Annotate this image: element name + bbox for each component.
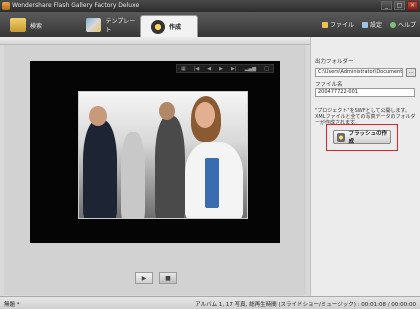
preview-area: ▦ |◀ ◀ ▶ ▶| ▂▄▆ □ ▶ ■: [4, 45, 306, 295]
menu-help[interactable]: ヘルプ: [389, 20, 416, 29]
top-menu: ファイル 設定 ヘルプ: [321, 20, 416, 29]
menu-help-label: ヘルプ: [397, 22, 416, 29]
first-icon[interactable]: |◀: [194, 66, 200, 72]
window-controls: _ □ ✕: [381, 1, 418, 10]
file-icon: [321, 21, 328, 28]
tab-create-label: 作成: [169, 24, 182, 31]
playback-controls: ▶ ■: [135, 272, 177, 284]
output-folder-field[interactable]: C:\Users\Administrator\Documents\: [315, 68, 403, 77]
next-icon[interactable]: ▶|: [231, 66, 237, 72]
file-name-field[interactable]: 200477722-001: [315, 88, 415, 97]
person-shirt: [205, 158, 219, 208]
output-folder-label: 出力フォルダー: [315, 59, 354, 65]
person-silhouette: [121, 132, 145, 218]
title-bar: Wondershare Flash Gallery Factory Deluxe…: [0, 0, 420, 12]
flash-icon: [337, 132, 346, 142]
main-toolbar: 検索 テンプレート 作成 ファイル 設定 ヘルプ: [0, 12, 420, 37]
tab-search[interactable]: 検索: [0, 14, 68, 36]
person-silhouette: [155, 116, 185, 218]
person-head: [159, 102, 175, 120]
menu-settings[interactable]: 設定: [361, 20, 382, 29]
fullscreen-icon[interactable]: □: [264, 66, 269, 72]
close-button[interactable]: ✕: [407, 1, 418, 10]
file-name-label: ファイル名: [315, 82, 343, 88]
project-status: 無題 *: [4, 302, 20, 308]
minimize-button[interactable]: _: [381, 1, 392, 10]
tab-template-label: テンプレート: [105, 18, 136, 34]
play-icon[interactable]: ▶: [219, 66, 223, 72]
film-reel-icon: [151, 19, 165, 34]
create-flash-button[interactable]: フラッシュの作成: [333, 130, 391, 145]
maximize-button[interactable]: □: [394, 1, 405, 10]
person-head: [195, 102, 215, 128]
menu-file-label: ファイル: [329, 22, 354, 29]
help-icon: [389, 21, 396, 28]
publish-panel: 出力フォルダー C:\Users\Administrator\Documents…: [310, 37, 420, 296]
template-icon: [86, 18, 102, 32]
stop-button[interactable]: ■: [159, 272, 177, 284]
person-head: [89, 106, 107, 126]
play-button[interactable]: ▶: [135, 272, 153, 284]
preview-photo: [78, 91, 248, 219]
stop-icon: ■: [165, 274, 171, 282]
create-flash-label: フラッシュの作成: [348, 131, 387, 145]
thumbnails-icon[interactable]: ▦: [181, 66, 186, 72]
app-title: Wondershare Flash Gallery Factory Deluxe: [12, 2, 140, 9]
tab-template[interactable]: テンプレート: [76, 14, 140, 36]
play-icon: ▶: [141, 274, 147, 282]
menu-file[interactable]: ファイル: [321, 20, 354, 29]
gear-icon: [361, 21, 368, 28]
volume-icon[interactable]: ▂▄▆: [245, 66, 257, 72]
album-summary: アルバム 1, 17 写真, 総再生時間 (スライドショー/ミュージック) : …: [195, 302, 416, 308]
person-silhouette: [83, 120, 117, 218]
status-bar: 無題 * アルバム 1, 17 写真, 総再生時間 (スライドショー/ミュージッ…: [0, 296, 420, 309]
prev-icon[interactable]: ◀: [207, 66, 211, 72]
tab-search-label: 検索: [30, 22, 43, 30]
app-logo-icon: [2, 2, 10, 10]
menu-settings-label: 設定: [369, 22, 382, 29]
folder-search-icon: [10, 18, 26, 32]
tab-create[interactable]: 作成: [140, 15, 198, 37]
preview-header: [0, 37, 310, 45]
gallery-preview: ▦ |◀ ◀ ▶ ▶| ▂▄▆ □: [30, 61, 280, 243]
browse-button[interactable]: ...: [406, 68, 416, 77]
gallery-player-controls: ▦ |◀ ◀ ▶ ▶| ▂▄▆ □: [176, 64, 274, 73]
